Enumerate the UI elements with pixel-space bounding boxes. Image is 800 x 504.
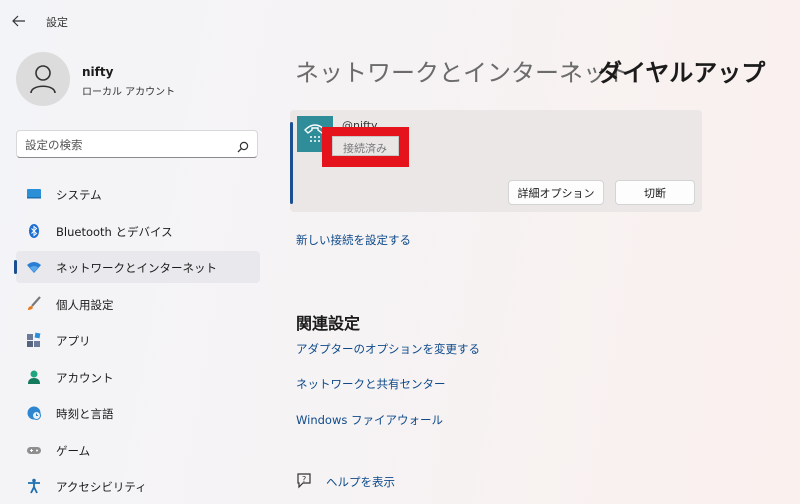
sidebar-item-system[interactable]: システム bbox=[16, 178, 260, 210]
apps-icon bbox=[26, 332, 42, 348]
account-icon bbox=[26, 369, 42, 385]
arrow-left-icon bbox=[12, 15, 25, 27]
sidebar-item-label: ネットワークとインターネット bbox=[56, 261, 217, 275]
status-badge: 接続済み bbox=[332, 136, 399, 156]
bluetooth-icon bbox=[26, 223, 42, 239]
sidebar-item-label: アクセシビリティ bbox=[56, 480, 147, 494]
sidebar-item-label: アカウント bbox=[56, 370, 114, 385]
breadcrumb-separator: › bbox=[570, 58, 578, 79]
sidebar-item-accounts[interactable]: アカウント bbox=[16, 361, 260, 393]
back-button[interactable] bbox=[12, 12, 32, 30]
gamepad-icon bbox=[26, 442, 42, 458]
sidebar-item-label: アプリ bbox=[56, 334, 91, 348]
sidebar-item-network[interactable]: ネットワークとインターネット bbox=[14, 251, 260, 283]
account-type: ローカル アカウント bbox=[82, 87, 176, 98]
title-bar: 設定 bbox=[0, 0, 800, 42]
dialup-connection-card[interactable]: @nifty 接続済み 詳細オプション 切断 bbox=[290, 110, 702, 212]
highlight-box: 接続済み bbox=[322, 127, 409, 167]
new-connection-link[interactable]: 新しい接続を設定する bbox=[296, 232, 411, 248]
svg-text:?: ? bbox=[302, 475, 306, 484]
app-title: 設定 bbox=[46, 16, 68, 29]
connection-status: 接続済み bbox=[343, 142, 387, 155]
sidebar-item-label: Bluetooth とデバイス bbox=[56, 224, 173, 239]
accessibility-icon bbox=[26, 478, 42, 494]
sidebar-item-label: ゲーム bbox=[56, 443, 91, 458]
sharing-center-link[interactable]: ネットワークと共有センター bbox=[296, 376, 446, 392]
help-link[interactable]: ヘルプを表示 bbox=[326, 474, 395, 490]
sidebar-nav: システム Bluetooth とデバイス ネットワークとインターネット 個人用設… bbox=[14, 178, 260, 504]
globe-clock-icon bbox=[26, 405, 42, 421]
search-box[interactable] bbox=[16, 130, 258, 158]
disconnect-button[interactable]: 切断 bbox=[615, 180, 695, 205]
sidebar-item-gaming[interactable]: ゲーム bbox=[16, 434, 260, 466]
page-title: ダイヤルアップ bbox=[598, 59, 766, 87]
firewall-link[interactable]: Windows ファイアウォール bbox=[296, 412, 443, 428]
brush-icon bbox=[26, 295, 42, 312]
advanced-options-button[interactable]: 詳細オプション bbox=[508, 180, 604, 205]
sidebar-item-bluetooth[interactable]: Bluetooth とデバイス bbox=[16, 215, 260, 247]
related-settings-title: 関連設定 bbox=[296, 314, 361, 333]
help-icon: ? bbox=[296, 472, 314, 494]
sidebar-item-apps[interactable]: アプリ bbox=[16, 324, 260, 356]
adapter-options-link[interactable]: アダプターのオプションを変更する bbox=[296, 341, 480, 357]
person-icon bbox=[30, 65, 56, 94]
sidebar-item-time-language[interactable]: 時刻と言語 bbox=[16, 397, 260, 429]
sidebar-item-label: 個人用設定 bbox=[56, 297, 114, 312]
sidebar-item-personalization[interactable]: 個人用設定 bbox=[16, 288, 260, 320]
wifi-icon bbox=[26, 259, 42, 275]
search-icon[interactable] bbox=[237, 138, 249, 157]
avatar[interactable] bbox=[16, 52, 70, 106]
card-accent bbox=[290, 122, 293, 204]
sidebar-item-accessibility[interactable]: アクセシビリティ bbox=[16, 470, 260, 502]
sidebar-item-label: システム bbox=[56, 188, 102, 202]
user-name: nifty bbox=[82, 65, 114, 79]
sidebar-item-label: 時刻と言語 bbox=[56, 407, 114, 421]
search-input[interactable] bbox=[25, 136, 225, 154]
monitor-icon bbox=[26, 186, 42, 202]
breadcrumb-parent[interactable]: ネットワークとインターネット bbox=[295, 53, 631, 88]
